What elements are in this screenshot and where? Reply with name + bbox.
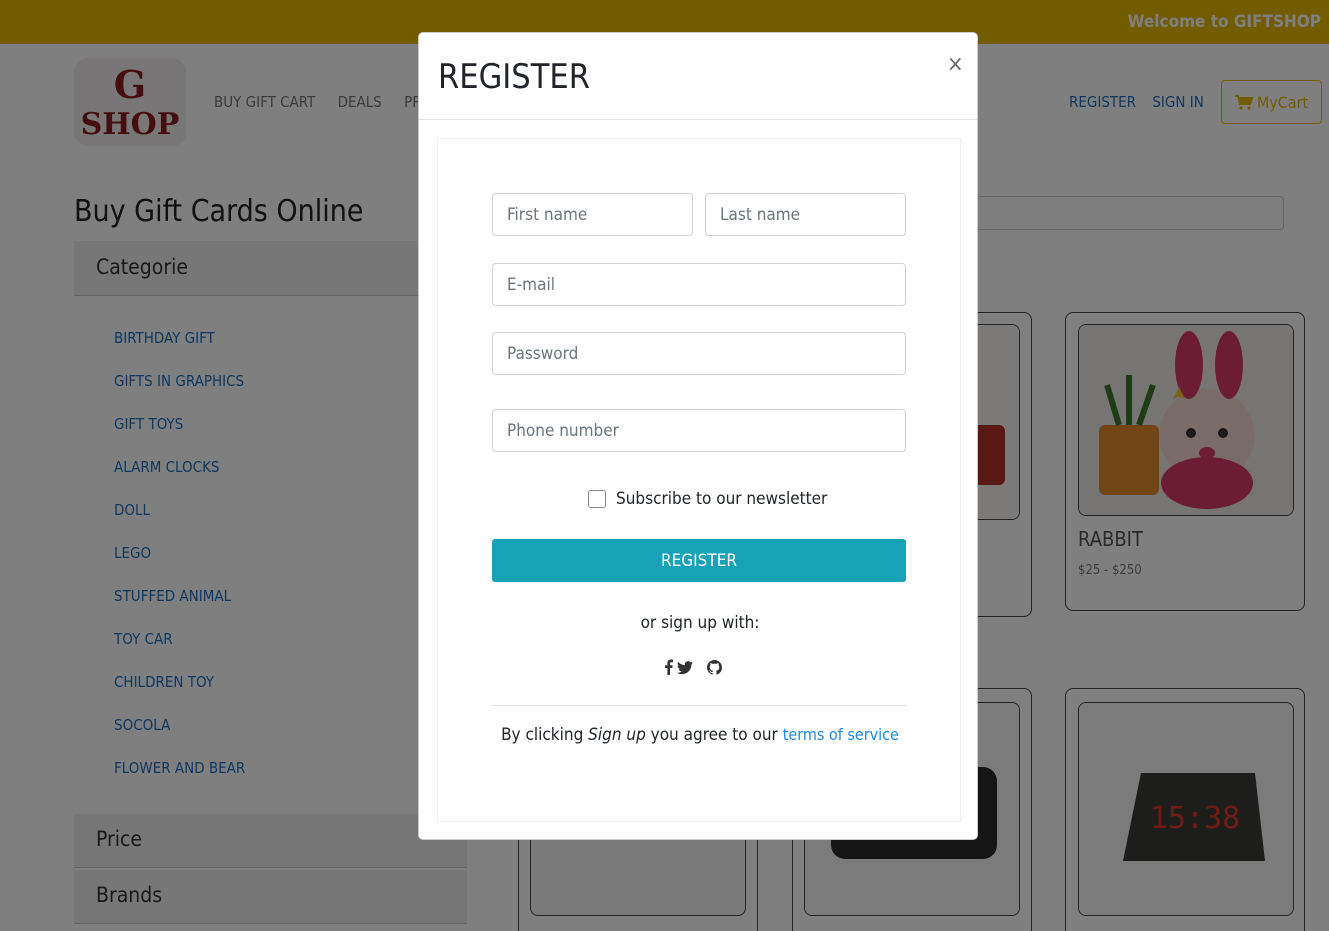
modal-title: REGISTER xyxy=(438,57,590,97)
modal-header-divider xyxy=(419,119,977,120)
facebook-icon[interactable] xyxy=(664,659,673,679)
terms-signup-emphasis: Sign up xyxy=(588,725,646,745)
terms-prefix: By clicking xyxy=(501,725,589,745)
email-field[interactable] xyxy=(492,263,906,306)
last-name-field[interactable] xyxy=(705,193,906,236)
terms-of-service-link[interactable]: terms of service xyxy=(783,725,899,744)
form-divider xyxy=(492,705,906,706)
first-name-field[interactable] xyxy=(492,193,693,236)
newsletter-label[interactable]: Subscribe to our newsletter xyxy=(616,489,827,509)
or-signup-text: or sign up with: xyxy=(640,613,760,633)
password-field[interactable] xyxy=(492,332,906,375)
github-icon[interactable] xyxy=(707,659,723,679)
close-icon[interactable]: × xyxy=(947,52,964,77)
register-button[interactable]: REGISTER xyxy=(492,539,906,582)
newsletter-checkbox[interactable] xyxy=(588,490,606,508)
social-login-icons xyxy=(664,659,723,679)
twitter-icon[interactable] xyxy=(677,660,693,679)
phone-number-field[interactable] xyxy=(492,409,906,452)
newsletter-row: Subscribe to our newsletter xyxy=(588,489,827,509)
register-form: Subscribe to our newsletter REGISTER or … xyxy=(437,138,961,822)
terms-text: By clicking Sign up you agree to our ter… xyxy=(438,725,962,745)
register-modal: REGISTER × Subscribe to our newsletter R… xyxy=(418,32,978,840)
terms-middle: you agree to our xyxy=(645,725,783,745)
